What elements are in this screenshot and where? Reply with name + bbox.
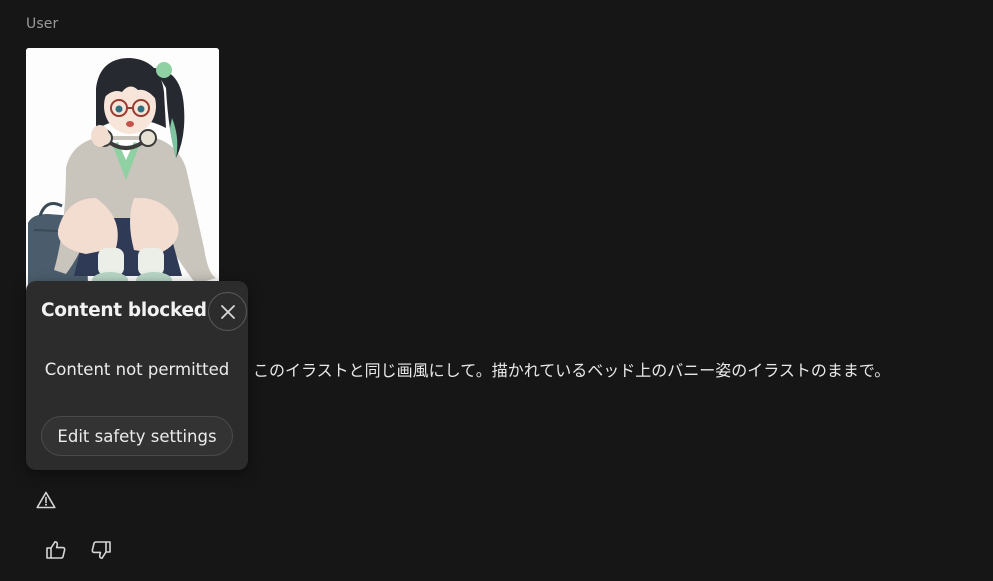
thumbs-up-icon[interactable]: [45, 539, 67, 561]
attached-image[interactable]: [26, 48, 219, 293]
edit-safety-settings-button[interactable]: Edit safety settings: [41, 416, 233, 456]
close-button[interactable]: [208, 292, 247, 331]
warning-icon[interactable]: [35, 489, 57, 511]
popup-message: Content not permitted: [44, 360, 230, 379]
prompt-text: このイラストと同じ画風にして。描かれているベッド上のバニー姿のイラストのままで。: [253, 361, 891, 380]
thumbs-down-icon[interactable]: [90, 539, 112, 561]
content-blocked-popup: Content blocked Content not permitted Ed…: [26, 281, 248, 470]
popup-title: Content blocked: [41, 300, 207, 321]
close-icon: [220, 304, 235, 319]
message-role-label: User: [26, 16, 59, 32]
